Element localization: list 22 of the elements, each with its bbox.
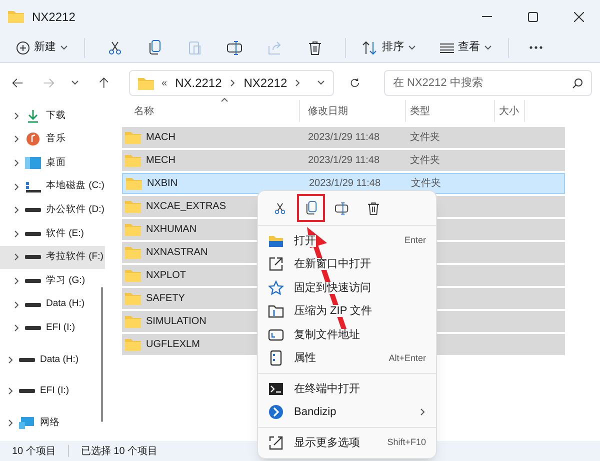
date-cell-text: 2023/1/29 11:48 (307, 154, 381, 168)
file-name: NXBIN (147, 177, 178, 191)
shortcut-text: Enter (404, 234, 426, 247)
date-cell-text: 2023/1/29 11:48 (308, 177, 382, 191)
file-name: NXPLOT (146, 269, 186, 283)
file-name: NXHUMAN (146, 223, 197, 237)
type-cell-text: 文件夹 (409, 130, 440, 145)
type-cell-text: 文件夹 (410, 176, 441, 191)
file-name: UGFLEXLM (146, 338, 200, 352)
file-name: SIMULATION (146, 315, 206, 329)
file-name: NXNASTRAN (146, 246, 208, 260)
window-title: NX2212 (32, 8, 76, 26)
file-name: NXCAE_EXTRAS (146, 200, 226, 214)
shortcut-text: Alt+Enter (388, 352, 426, 364)
file-name: MECH (146, 154, 176, 168)
file-name: SAFETY (146, 292, 185, 306)
type-cell-text: 文件夹 (409, 154, 440, 168)
item-count: 10 个项目 (12, 444, 56, 458)
date-cell-text: 2023/1/29 11:48 (307, 131, 381, 145)
shortcut-text: Shift+F10 (387, 436, 426, 449)
selection-count: 已选择 10 个项目 (80, 444, 158, 458)
file-name: MACH (146, 131, 176, 145)
